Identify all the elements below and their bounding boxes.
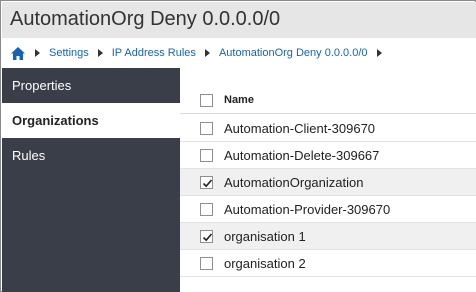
chevron-right-icon bbox=[204, 49, 210, 57]
table-row[interactable]: Automation-Client-309670 bbox=[180, 115, 476, 142]
select-all-checkbox[interactable] bbox=[200, 94, 213, 107]
row-checkbox[interactable] bbox=[200, 203, 213, 216]
organization-name: AutomationOrganization bbox=[224, 175, 364, 190]
table-row[interactable]: organisation 2 bbox=[180, 250, 476, 277]
window-frame: AutomationOrg Deny 0.0.0.0/0 Settings IP… bbox=[0, 0, 476, 292]
home-icon[interactable] bbox=[11, 46, 25, 60]
column-header-name[interactable]: Name bbox=[224, 94, 254, 106]
chevron-right-icon bbox=[97, 49, 103, 57]
table-row[interactable]: Automation-Delete-309667 bbox=[180, 142, 476, 169]
row-checkbox[interactable] bbox=[200, 230, 213, 243]
organization-name: Automation-Client-309670 bbox=[224, 121, 376, 136]
sidebar-item-organizations[interactable]: Organizations bbox=[2, 103, 180, 138]
checkmark-icon bbox=[202, 179, 213, 188]
table-header: Name bbox=[180, 88, 476, 114]
chevron-right-icon bbox=[376, 49, 382, 57]
breadcrumb-item-ip-address-rules[interactable]: IP Address Rules bbox=[112, 47, 196, 59]
sidebar-item-properties[interactable]: Properties bbox=[2, 68, 180, 103]
page-title: AutomationOrg Deny 0.0.0.0/0 bbox=[10, 8, 281, 30]
table-row[interactable]: organisation 1 bbox=[180, 223, 476, 250]
chevron-right-icon bbox=[35, 49, 40, 57]
row-checkbox[interactable] bbox=[200, 176, 213, 189]
breadcrumb: Settings IP Address Rules AutomationOrg … bbox=[2, 38, 476, 68]
title-bar: AutomationOrg Deny 0.0.0.0/0 bbox=[2, 2, 476, 38]
organization-name: Automation-Delete-309667 bbox=[224, 148, 380, 163]
sidebar-item-rules[interactable]: Rules bbox=[2, 138, 180, 173]
sidebar: Properties Organizations Rules bbox=[2, 68, 180, 292]
row-checkbox[interactable] bbox=[200, 257, 213, 270]
row-checkbox[interactable] bbox=[200, 122, 213, 135]
row-checkbox[interactable] bbox=[200, 149, 213, 162]
checkmark-icon bbox=[202, 233, 213, 242]
table-row[interactable]: Automation-Provider-309670 bbox=[180, 196, 476, 223]
organization-name: organisation 2 bbox=[224, 256, 306, 271]
table-row[interactable]: AutomationOrganization bbox=[180, 169, 476, 196]
breadcrumb-item-settings[interactable]: Settings bbox=[49, 47, 89, 59]
organization-name: organisation 1 bbox=[224, 229, 306, 244]
organization-name: Automation-Provider-309670 bbox=[224, 202, 391, 217]
breadcrumb-item-current[interactable]: AutomationOrg Deny 0.0.0.0/0 bbox=[219, 47, 368, 59]
organizations-panel: Name Automation-Client-309670 Automation… bbox=[180, 68, 476, 292]
